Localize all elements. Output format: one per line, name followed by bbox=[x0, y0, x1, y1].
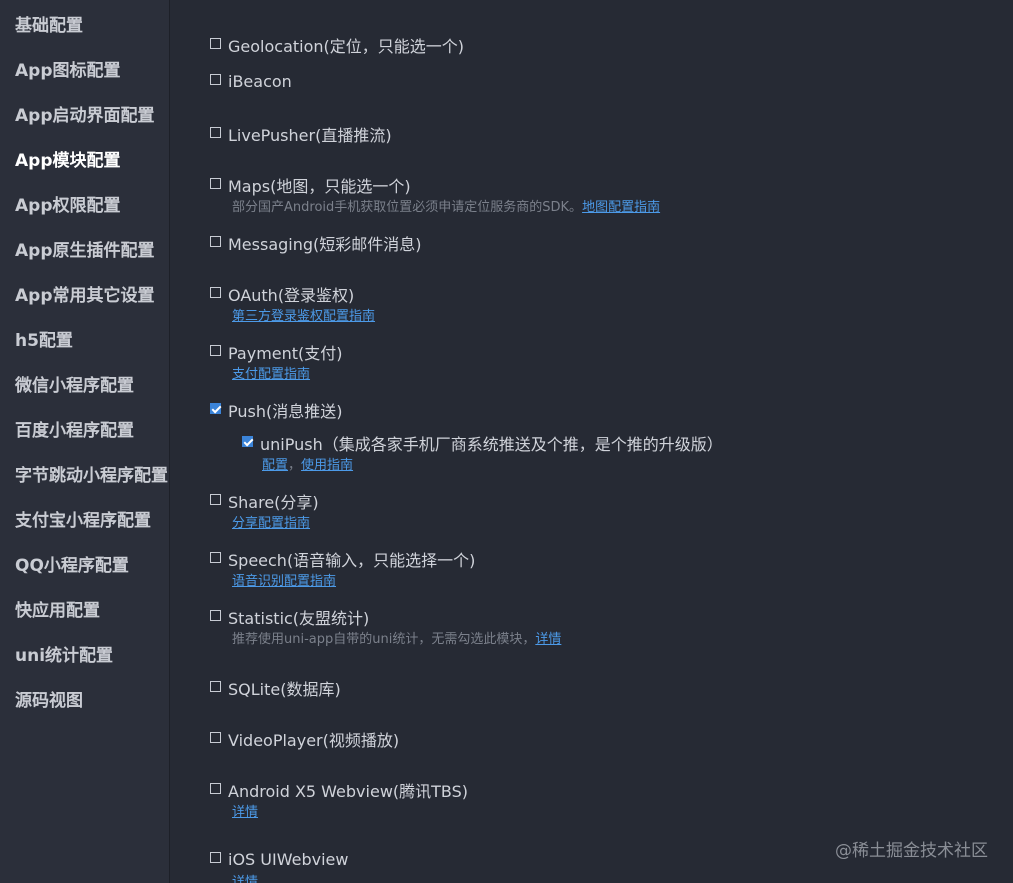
payment-label: Payment(支付) bbox=[228, 344, 343, 363]
maps-note: 部分国产Android手机获取位置必须申请定位服务商的SDK。地图配置指南 bbox=[232, 196, 660, 215]
module-oauth: OAuth(登录鉴权) bbox=[210, 282, 354, 306]
maps-label: Maps(地图，只能选一个) bbox=[228, 177, 411, 196]
sidebar-item-source-view[interactable]: 源码视图 bbox=[15, 690, 83, 712]
sidebar-item-app-native-plugins[interactable]: App原生插件配置 bbox=[15, 240, 155, 262]
geolocation-label: Geolocation(定位，只能选一个) bbox=[228, 37, 465, 56]
share-link-row: 分享配置指南 bbox=[232, 512, 310, 531]
ibeacon-label: iBeacon bbox=[228, 72, 292, 91]
speech-link-row: 语音识别配置指南 bbox=[232, 570, 336, 589]
module-livepusher: LivePusher(直播推流) bbox=[210, 122, 392, 146]
geolocation-checkbox[interactable] bbox=[210, 37, 221, 49]
maps-checkbox[interactable] bbox=[210, 177, 221, 189]
unipush-config-link[interactable]: 配置 bbox=[262, 458, 288, 473]
x5webview-label: Android X5 Webview(腾讯TBS) bbox=[228, 782, 469, 801]
unipush-guide-link[interactable]: 使用指南 bbox=[301, 458, 353, 473]
module-statistic: Statistic(友盟统计) bbox=[210, 605, 369, 629]
unipush-links: 配置，使用指南 bbox=[262, 454, 353, 473]
push-checkbox[interactable] bbox=[210, 402, 221, 414]
oauth-label: OAuth(登录鉴权) bbox=[228, 286, 355, 305]
messaging-checkbox[interactable] bbox=[210, 235, 221, 247]
uiwebview-details-link[interactable]: 详情 bbox=[232, 875, 258, 883]
statistic-note: 推荐使用uni-app自带的uni统计，无需勾选此模块，详情 bbox=[232, 628, 561, 647]
statistic-note-text: 推荐使用uni-app自带的uni统计，无需勾选此模块， bbox=[232, 632, 536, 647]
speech-label: Speech(语音输入，只能选择一个) bbox=[228, 551, 476, 570]
sidebar-item-basic[interactable]: 基础配置 bbox=[15, 15, 83, 37]
statistic-label: Statistic(友盟统计) bbox=[228, 609, 370, 628]
livepusher-label: LivePusher(直播推流) bbox=[228, 126, 392, 145]
sidebar-item-qq-mp[interactable]: QQ小程序配置 bbox=[15, 555, 129, 577]
unipush-checkbox[interactable] bbox=[242, 435, 253, 447]
livepusher-checkbox[interactable] bbox=[210, 126, 221, 138]
uiwebview-link-row: 详情 bbox=[232, 871, 258, 883]
videoplayer-checkbox[interactable] bbox=[210, 731, 221, 743]
sqlite-label: SQLite(数据库) bbox=[228, 680, 341, 699]
module-config-panel: Geolocation(定位，只能选一个) iBeacon LivePusher… bbox=[170, 0, 1013, 883]
sidebar-item-uni-stat[interactable]: uni统计配置 bbox=[15, 645, 113, 667]
sidebar-item-h5[interactable]: h5配置 bbox=[15, 330, 73, 352]
unipush-label: uniPush（集成各家手机厂商系统推送及个推，是个推的升级版） bbox=[260, 435, 723, 454]
maps-note-text: 部分国产Android手机获取位置必须申请定位服务商的SDK。 bbox=[232, 200, 583, 215]
statistic-details-link[interactable]: 详情 bbox=[535, 632, 561, 647]
maps-guide-link[interactable]: 地图配置指南 bbox=[582, 200, 660, 215]
sidebar-item-app-splash[interactable]: App启动界面配置 bbox=[15, 105, 155, 127]
sidebar-item-app-permissions[interactable]: App权限配置 bbox=[15, 195, 121, 217]
module-share: Share(分享) bbox=[210, 489, 319, 513]
uiwebview-checkbox[interactable] bbox=[210, 852, 221, 863]
statistic-checkbox[interactable] bbox=[210, 609, 221, 621]
oauth-guide-link[interactable]: 第三方登录鉴权配置指南 bbox=[232, 309, 375, 324]
settings-sidebar: 基础配置 App图标配置 App启动界面配置 App模块配置 App权限配置 A… bbox=[0, 0, 170, 883]
payment-link-row: 支付配置指南 bbox=[232, 363, 310, 382]
sidebar-item-alipay-mp[interactable]: 支付宝小程序配置 bbox=[15, 510, 151, 532]
module-x5webview: Android X5 Webview(腾讯TBS) bbox=[210, 778, 468, 802]
sidebar-item-app-icon[interactable]: App图标配置 bbox=[15, 60, 121, 82]
sidebar-item-app-modules[interactable]: App模块配置 bbox=[15, 150, 121, 172]
module-geolocation: Geolocation(定位，只能选一个) bbox=[210, 33, 464, 57]
module-ibeacon: iBeacon bbox=[210, 71, 292, 91]
sidebar-item-baidu-mp[interactable]: 百度小程序配置 bbox=[15, 420, 134, 442]
sidebar-item-quickapp[interactable]: 快应用配置 bbox=[15, 600, 100, 622]
module-push: Push(消息推送) bbox=[210, 398, 342, 422]
oauth-checkbox[interactable] bbox=[210, 286, 221, 298]
module-sqlite: SQLite(数据库) bbox=[210, 676, 341, 700]
videoplayer-label: VideoPlayer(视频播放) bbox=[228, 731, 400, 750]
sqlite-checkbox[interactable] bbox=[210, 680, 221, 692]
sidebar-item-toutiao-mp[interactable]: 字节跳动小程序配置 bbox=[15, 465, 168, 487]
speech-guide-link[interactable]: 语音识别配置指南 bbox=[232, 574, 336, 589]
module-unipush: uniPush（集成各家手机厂商系统推送及个推，是个推的升级版） bbox=[242, 431, 723, 455]
unipush-link-separator: ， bbox=[288, 458, 302, 473]
sidebar-item-weixin-mp[interactable]: 微信小程序配置 bbox=[15, 375, 134, 397]
push-label: Push(消息推送) bbox=[228, 402, 343, 421]
messaging-label: Messaging(短彩邮件消息) bbox=[228, 235, 422, 254]
x5webview-details-link[interactable]: 详情 bbox=[232, 805, 258, 820]
module-maps: Maps(地图，只能选一个) bbox=[210, 173, 411, 197]
x5webview-checkbox[interactable] bbox=[210, 782, 221, 794]
share-guide-link[interactable]: 分享配置指南 bbox=[232, 516, 310, 531]
speech-checkbox[interactable] bbox=[210, 551, 221, 563]
oauth-link-row: 第三方登录鉴权配置指南 bbox=[232, 305, 375, 324]
ibeacon-checkbox[interactable] bbox=[210, 74, 221, 85]
module-uiwebview: iOS UIWebview bbox=[210, 849, 348, 869]
share-checkbox[interactable] bbox=[210, 493, 221, 505]
module-speech: Speech(语音输入，只能选择一个) bbox=[210, 547, 475, 571]
module-payment: Payment(支付) bbox=[210, 340, 343, 364]
share-label: Share(分享) bbox=[228, 493, 319, 512]
uiwebview-label: iOS UIWebview bbox=[228, 850, 349, 869]
module-messaging: Messaging(短彩邮件消息) bbox=[210, 231, 422, 255]
module-videoplayer: VideoPlayer(视频播放) bbox=[210, 727, 399, 751]
x5webview-link-row: 详情 bbox=[232, 801, 258, 820]
watermark-text: @稀土掘金技术社区 bbox=[835, 841, 988, 861]
sidebar-item-app-other-settings[interactable]: App常用其它设置 bbox=[15, 285, 155, 307]
payment-checkbox[interactable] bbox=[210, 344, 221, 356]
payment-guide-link[interactable]: 支付配置指南 bbox=[232, 367, 310, 382]
